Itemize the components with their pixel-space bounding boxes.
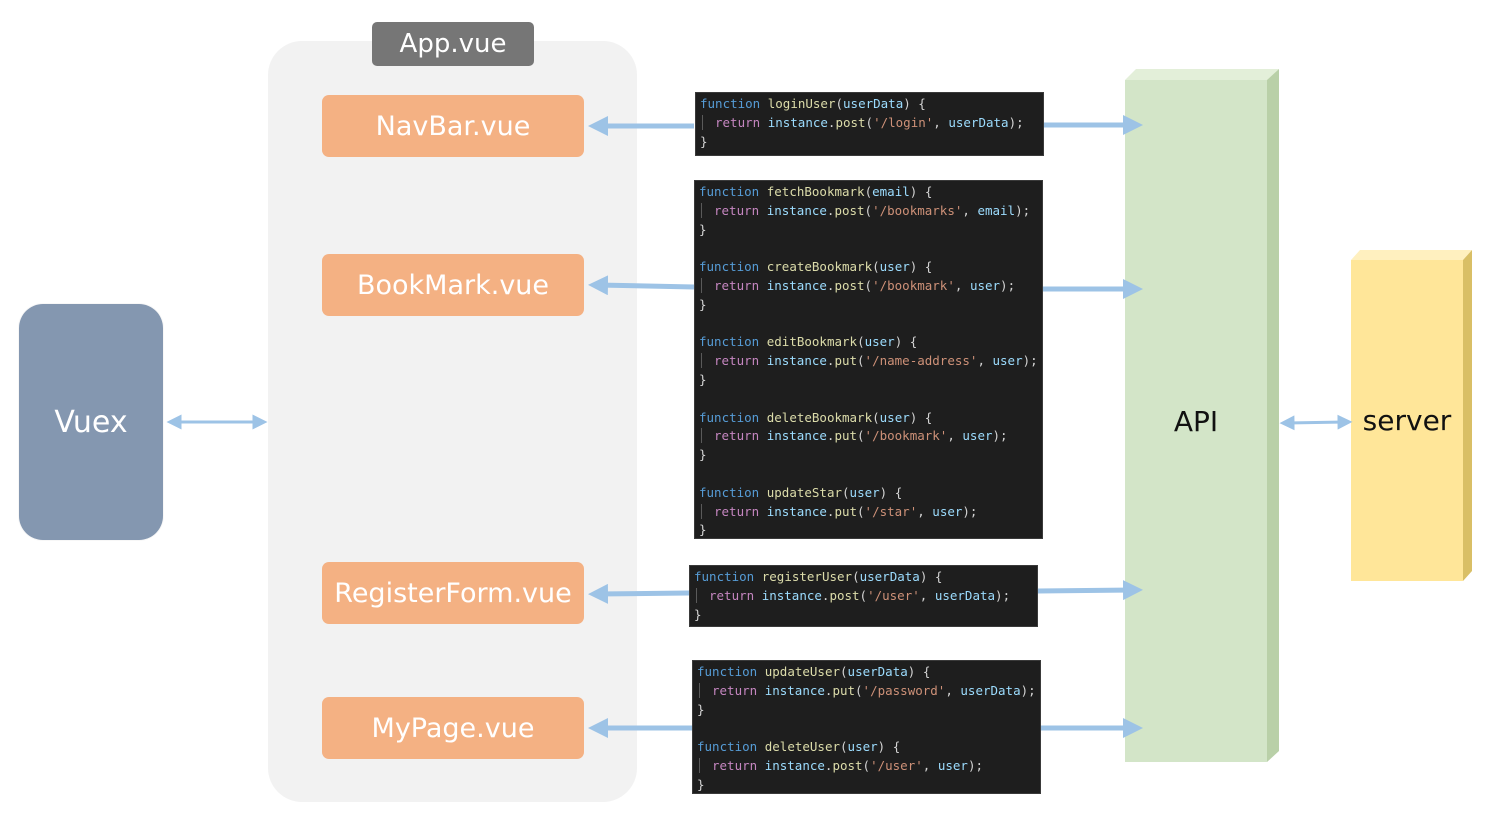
arrow-bookmark-left xyxy=(588,275,695,296)
connector-arrows xyxy=(166,115,1353,738)
arrow-register-left xyxy=(588,583,690,604)
arrow-register-right xyxy=(1037,580,1143,601)
arrow-api-server xyxy=(1279,414,1353,431)
